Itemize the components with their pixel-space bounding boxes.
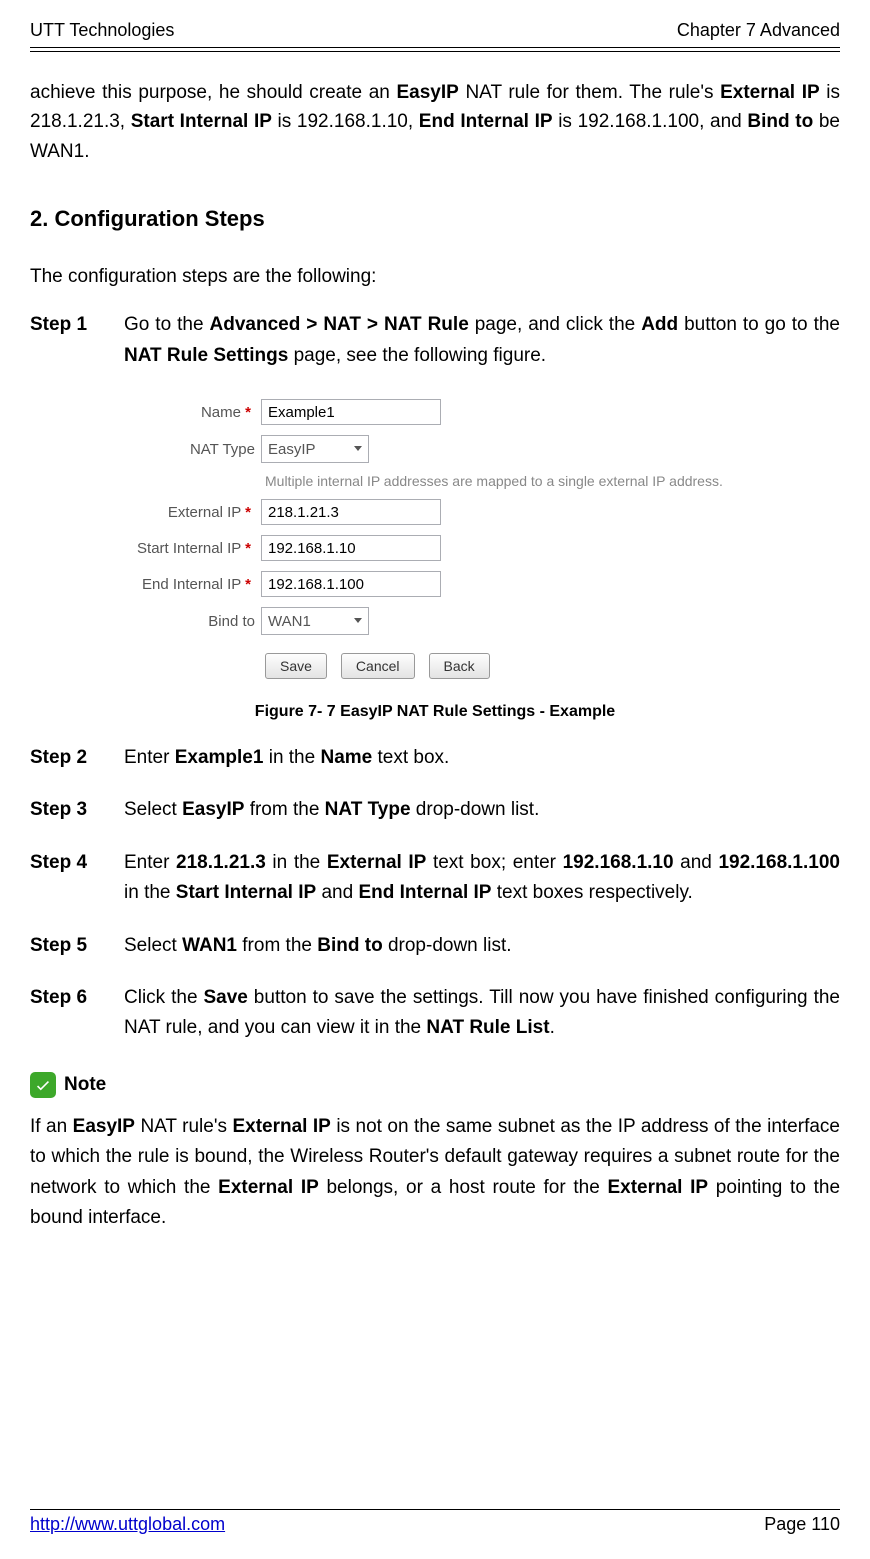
step-label: Step 2 [30,743,100,773]
nat-type-select[interactable]: EasyIP [261,435,369,463]
header-rule [30,47,840,48]
footer-page: Page 110 [764,1514,840,1535]
step-label: Step 3 [30,795,100,825]
label-bind-to: Bind to [115,613,261,630]
step-label: Step 1 [30,310,100,371]
header-left: UTT Technologies [30,20,174,41]
footer-link[interactable]: http://www.uttglobal.com [30,1514,225,1535]
step-body: Select EasyIP from the NAT Type drop-dow… [124,795,840,825]
step-2: Step 2 Enter Example1 in the Name text b… [30,743,840,773]
back-button[interactable]: Back [429,653,490,679]
section-heading: 2. Configuration Steps [30,206,840,232]
bind-to-select[interactable]: WAN1 [261,607,369,635]
page-header: UTT Technologies Chapter 7 Advanced [30,20,840,45]
note-heading: Note [30,1072,840,1098]
end-internal-input[interactable] [261,571,441,597]
header-rule [30,51,840,52]
label-nat-type: NAT Type [115,441,261,458]
step-3: Step 3 Select EasyIP from the NAT Type d… [30,795,840,825]
start-internal-input[interactable] [261,535,441,561]
label-start-internal: Start Internal IP * [115,540,261,557]
label-end-internal: End Internal IP * [115,576,261,593]
step-body: Enter Example1 in the Name text box. [124,743,840,773]
external-ip-input[interactable] [261,499,441,525]
lead-text: The configuration steps are the followin… [30,266,840,288]
label-name: Name * [115,404,261,421]
step-4: Step 4 Enter 218.1.21.3 in the External … [30,848,840,909]
header-right: Chapter 7 Advanced [677,20,840,41]
step-body: Go to the Advanced > NAT > NAT Rule page… [124,310,840,371]
step-body: Click the Save button to save the settin… [124,983,840,1044]
save-button[interactable]: Save [265,653,327,679]
note-label: Note [64,1074,106,1096]
figure-form: Name * NAT Type EasyIP Multiple internal… [115,399,755,679]
name-input[interactable] [261,399,441,425]
check-icon [30,1072,56,1098]
step-1: Step 1 Go to the Advanced > NAT > NAT Ru… [30,310,840,371]
step-6: Step 6 Click the Save button to save the… [30,983,840,1044]
label-external-ip: External IP * [115,504,261,521]
step-body: Select WAN1 from the Bind to drop-down l… [124,931,840,961]
intro-paragraph: achieve this purpose, he should create a… [30,78,840,166]
step-label: Step 5 [30,931,100,961]
page-footer: http://www.uttglobal.com Page 110 [30,1509,840,1535]
cancel-button[interactable]: Cancel [341,653,415,679]
step-label: Step 6 [30,983,100,1044]
step-body: Enter 218.1.21.3 in the External IP text… [124,848,840,909]
nat-type-hint: Multiple internal IP addresses are mappe… [265,473,755,489]
figure-caption: Figure 7- 7 EasyIP NAT Rule Settings - E… [30,703,840,721]
step-5: Step 5 Select WAN1 from the Bind to drop… [30,931,840,961]
step-label: Step 4 [30,848,100,909]
footer-rule [30,1509,840,1510]
note-body: If an EasyIP NAT rule's External IP is n… [30,1112,840,1234]
